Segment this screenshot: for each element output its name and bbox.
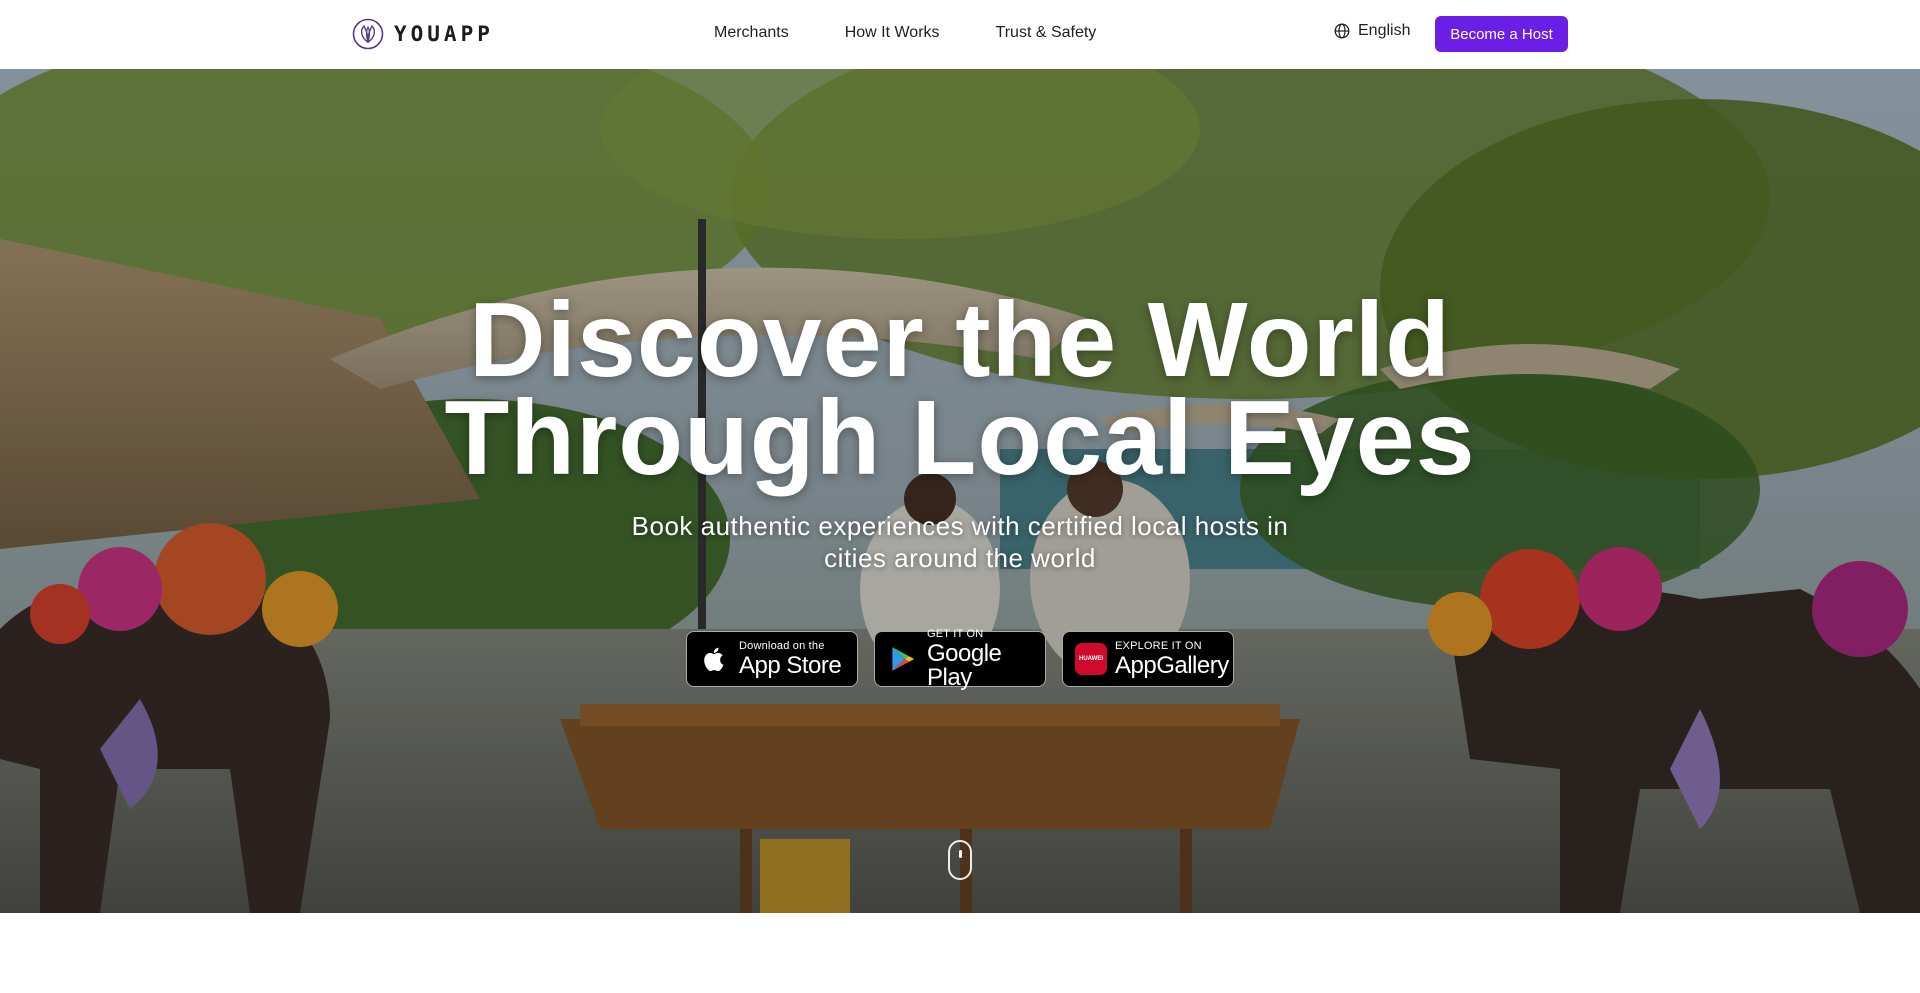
brand-name: YOUAPP — [394, 22, 494, 46]
top-navbar: YOUAPP Merchants How It Works Trust & Sa… — [0, 0, 1920, 69]
app-store-badges: Download on the App Store GET IT ON Goog… — [686, 627, 1234, 691]
app-store-button[interactable]: Download on the App Store — [686, 631, 858, 687]
scroll-wheel-dot — [959, 850, 962, 858]
globe-icon — [1334, 23, 1350, 39]
google-play-button[interactable]: GET IT ON Google Play — [874, 627, 1046, 691]
hero-title: Discover the World Through Local Eyes — [0, 281, 1920, 497]
hero-subtitle: Book authentic experiences with certifie… — [631, 511, 1289, 573]
app-gallery-big-label: AppGallery — [1115, 651, 1229, 679]
app-store-big-label: App Store — [739, 651, 842, 679]
google-play-big-label: Google Play — [927, 639, 1002, 691]
apple-icon — [699, 643, 731, 675]
become-host-button[interactable]: Become a Host — [1435, 16, 1568, 52]
nav-link-merchants[interactable]: Merchants — [714, 24, 789, 42]
lotus-logo-icon — [352, 18, 384, 50]
hero-section: Discover the World Through Local Eyes Bo… — [0, 69, 1920, 913]
hero-title-line-2: Through Local Eyes — [444, 379, 1476, 497]
brand-logo[interactable]: YOUAPP — [352, 16, 494, 52]
app-store-small-label: Download on the — [739, 639, 825, 652]
language-selector[interactable]: English — [1334, 22, 1410, 40]
main-nav: Merchants How It Works Trust & Safety — [714, 24, 1096, 42]
app-gallery-small-label: EXPLORE IT ON — [1115, 639, 1202, 652]
mouse-scroll-icon[interactable] — [948, 840, 972, 880]
nav-link-trust-safety[interactable]: Trust & Safety — [996, 24, 1097, 42]
hero-title-line-1: Discover the World — [468, 281, 1452, 399]
app-gallery-button[interactable]: HUAWEI EXPLORE IT ON AppGallery — [1062, 631, 1234, 687]
nav-link-how-it-works[interactable]: How It Works — [845, 24, 940, 42]
google-play-icon — [887, 643, 919, 675]
huawei-badge-text: HUAWEI — [1075, 643, 1107, 675]
google-play-small-label: GET IT ON — [927, 627, 984, 640]
language-label: English — [1358, 22, 1411, 39]
huawei-icon: HUAWEI — [1075, 643, 1107, 675]
